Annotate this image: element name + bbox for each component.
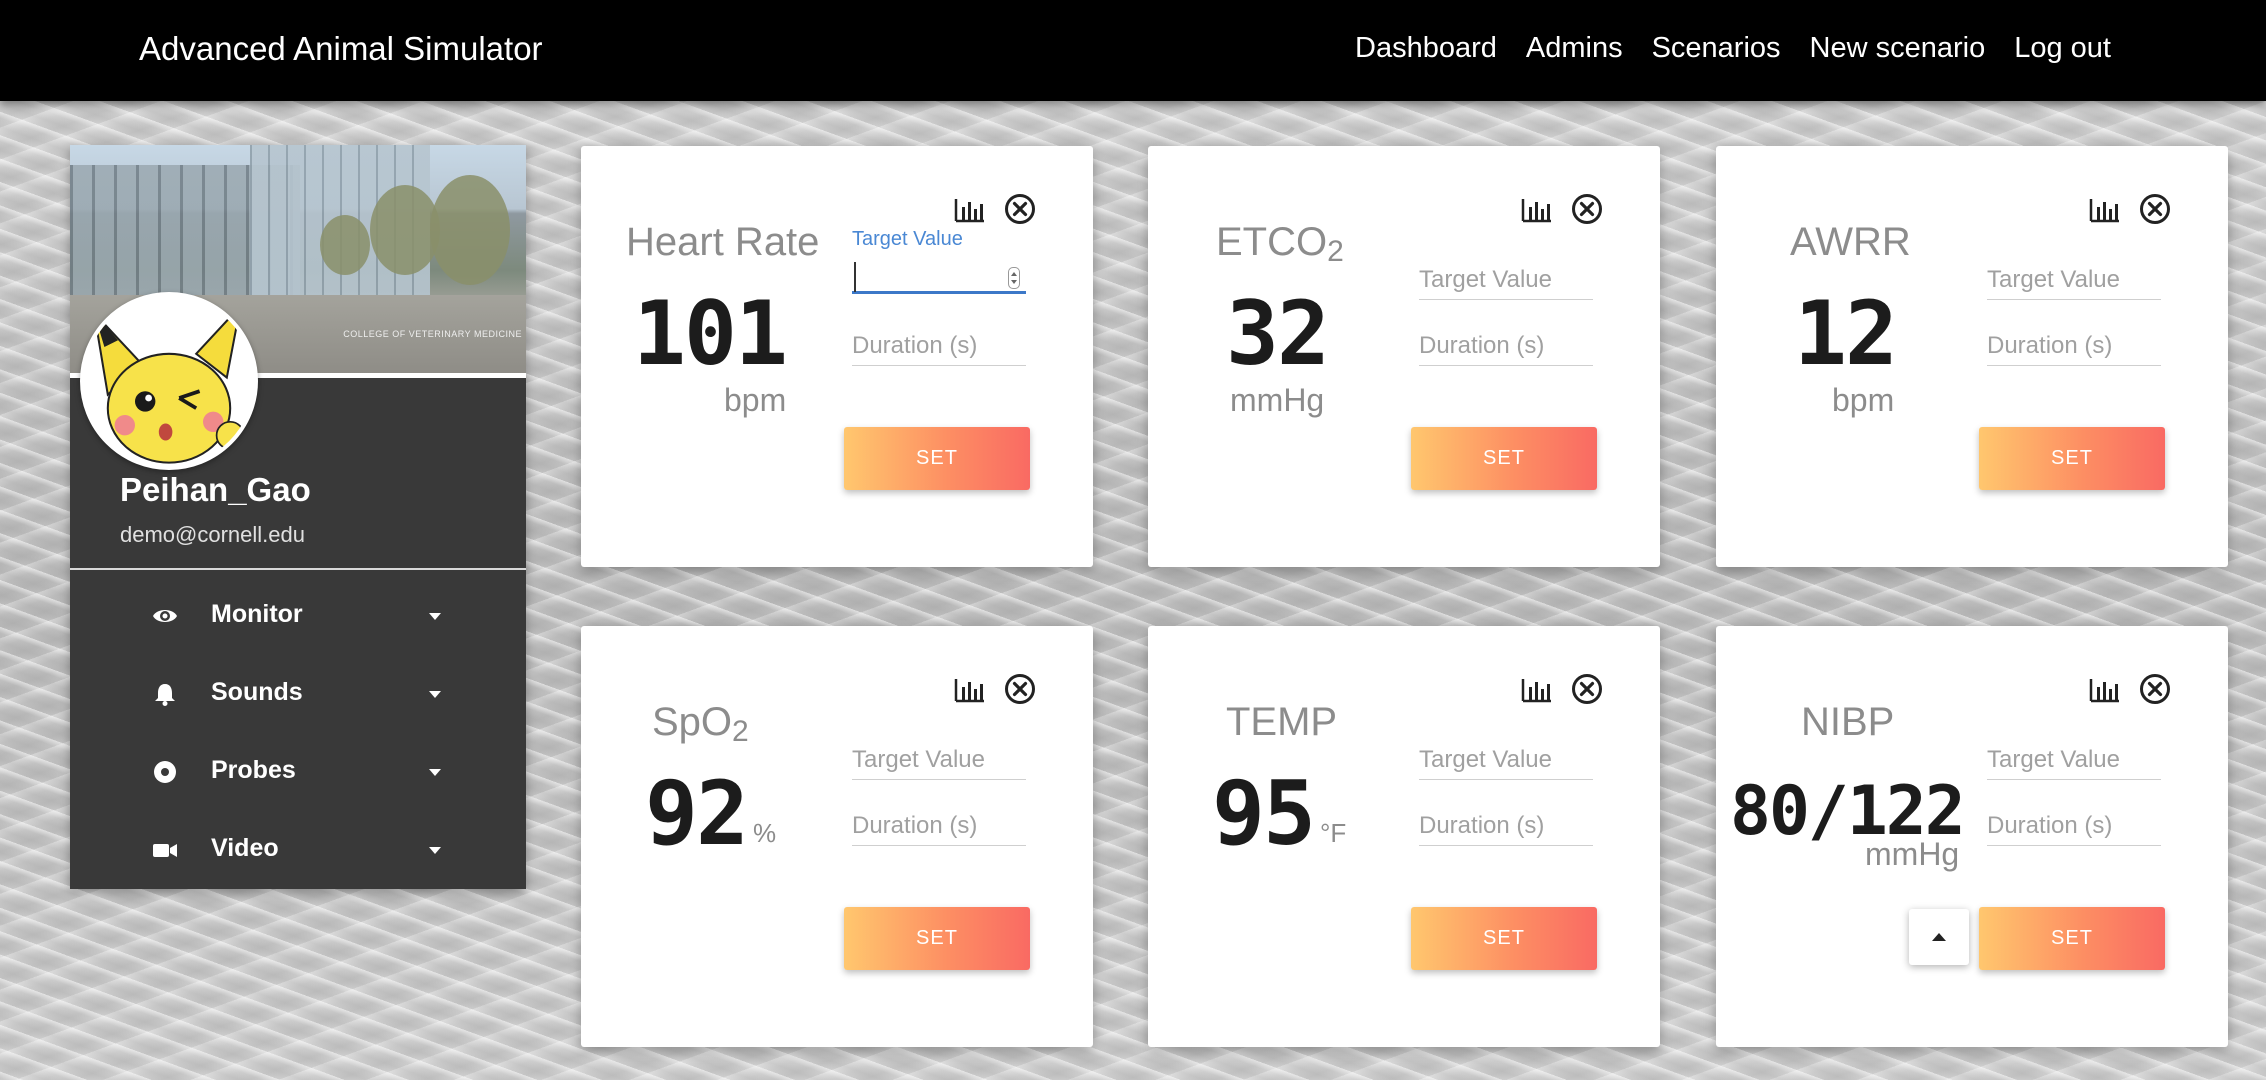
bar-chart-icon[interactable]: [2089, 193, 2121, 225]
vital-unit: mmHg: [1230, 382, 1325, 418]
vital-value: 101: [633, 282, 788, 385]
sidebar: COLLEGE OF VETERINARY MEDICINE Peihan_Ga…: [70, 145, 526, 889]
profile-email: demo@cornell.edu: [120, 522, 305, 547]
close-circle-icon[interactable]: [1571, 193, 1603, 225]
vital-unit: bpm: [724, 382, 787, 418]
vital-value: 92: [645, 762, 749, 865]
number-spinner[interactable]: [1008, 267, 1020, 289]
vital-unit: bpm: [1832, 382, 1895, 418]
heart-rate-card: Heart Rate 101 bpm Target Value SET: [581, 146, 1093, 567]
close-circle-icon[interactable]: [1004, 193, 1036, 225]
sidebar-item-label: Probes: [211, 756, 296, 784]
vital-title: NIBP: [1801, 700, 1895, 744]
cover-caption: COLLEGE OF VETERINARY MEDICINE: [343, 329, 522, 339]
sidebar-item-sounds[interactable]: Sounds: [70, 664, 526, 724]
target-value-input[interactable]: [1987, 260, 2161, 300]
vital-title: AWRR: [1790, 220, 1911, 264]
bar-chart-icon[interactable]: [1521, 673, 1553, 705]
chevron-down-icon: [429, 613, 441, 620]
duration-input[interactable]: [1987, 326, 2161, 366]
vital-unit: %: [753, 818, 777, 848]
main-nav: Dashboard Admins Scenarios New scenario …: [1355, 32, 2111, 65]
close-circle-icon[interactable]: [2139, 193, 2171, 225]
sidebar-divider: [70, 568, 526, 570]
set-button[interactable]: SET: [844, 907, 1030, 970]
profile-username: Peihan_Gao: [120, 471, 311, 508]
duration-input[interactable]: [1419, 806, 1593, 846]
vital-unit: °F: [1320, 818, 1347, 848]
sidebar-item-probes[interactable]: Probes: [70, 742, 526, 802]
duration-input[interactable]: [1419, 326, 1593, 366]
vital-value: 12: [1794, 282, 1898, 385]
duration-input[interactable]: [852, 326, 1026, 366]
etco2-card: ETCO2 32 mmHg SET: [1148, 146, 1660, 567]
target-value-input[interactable]: [1987, 740, 2161, 780]
set-button[interactable]: SET: [1979, 427, 2165, 490]
target-value-input[interactable]: [852, 254, 1026, 294]
target-value-label: Target Value: [852, 228, 963, 250]
bar-chart-icon[interactable]: [2089, 673, 2121, 705]
close-circle-icon[interactable]: [1004, 673, 1036, 705]
nibp-card: NIBP 80/122 mmHg SET: [1716, 626, 2228, 1047]
scroll-to-top-button[interactable]: [1909, 909, 1969, 965]
set-button[interactable]: SET: [844, 427, 1030, 490]
vital-title: ETCO2: [1216, 220, 1344, 268]
vital-unit: mmHg: [1865, 836, 1960, 872]
vital-value: 32: [1226, 282, 1330, 385]
vital-title: SpO2: [652, 700, 749, 748]
temp-card: TEMP 95 °F SET: [1148, 626, 1660, 1047]
record-icon: [154, 761, 176, 783]
bar-chart-icon[interactable]: [954, 673, 986, 705]
set-button[interactable]: SET: [1411, 427, 1597, 490]
sidebar-item-label: Video: [211, 834, 279, 862]
awrr-card: AWRR 12 bpm SET: [1716, 146, 2228, 567]
spo2-card: SpO2 92 % SET: [581, 626, 1093, 1047]
vital-value: 95: [1212, 762, 1316, 865]
sidebar-item-video[interactable]: Video: [70, 820, 526, 880]
chevron-down-icon: [429, 769, 441, 776]
sidebar-item-monitor[interactable]: Monitor: [70, 586, 526, 646]
duration-input[interactable]: [852, 806, 1026, 846]
caret-up-icon: [1932, 933, 1946, 941]
nav-new-scenario-link[interactable]: New scenario: [1810, 32, 1986, 65]
close-circle-icon[interactable]: [1571, 673, 1603, 705]
nav-scenarios-link[interactable]: Scenarios: [1652, 32, 1781, 65]
vital-title: TEMP: [1226, 700, 1338, 744]
chevron-down-icon: [429, 847, 441, 854]
video-camera-icon: [153, 844, 177, 857]
target-value-input[interactable]: [1419, 740, 1593, 780]
sidebar-item-label: Sounds: [211, 678, 303, 706]
target-value-input[interactable]: [1419, 260, 1593, 300]
bell-icon: [155, 684, 175, 706]
target-value-input[interactable]: [852, 740, 1026, 780]
bar-chart-icon[interactable]: [1521, 193, 1553, 225]
pikachu-avatar-icon: [84, 296, 254, 466]
eye-icon: [153, 610, 177, 622]
avatar: [80, 292, 258, 470]
chevron-down-icon: [429, 691, 441, 698]
app-title[interactable]: Advanced Animal Simulator: [139, 30, 543, 68]
nav-logout-link[interactable]: Log out: [2014, 32, 2111, 65]
sidebar-item-label: Monitor: [211, 600, 303, 628]
duration-input[interactable]: [1987, 806, 2161, 846]
set-button[interactable]: SET: [1411, 907, 1597, 970]
vital-title: Heart Rate: [626, 220, 820, 264]
set-button[interactable]: SET: [1979, 907, 2165, 970]
nav-dashboard-link[interactable]: Dashboard: [1355, 32, 1497, 65]
top-navbar: Advanced Animal Simulator Dashboard Admi…: [0, 0, 2266, 101]
nav-admins-link[interactable]: Admins: [1526, 32, 1623, 65]
close-circle-icon[interactable]: [2139, 673, 2171, 705]
bar-chart-icon[interactable]: [954, 193, 986, 225]
text-cursor: [854, 262, 856, 292]
